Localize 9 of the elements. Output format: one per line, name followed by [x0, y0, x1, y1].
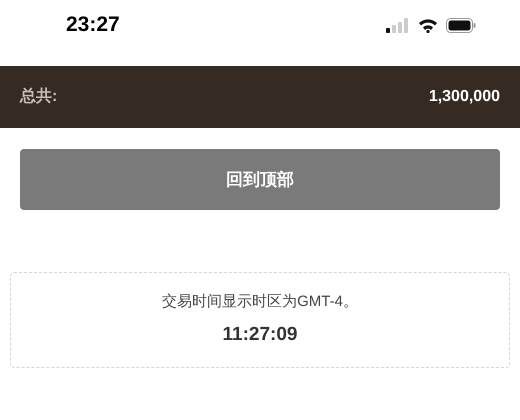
signal-icon — [386, 18, 410, 32]
battery-icon — [446, 18, 476, 32]
total-label: 总共: — [20, 86, 58, 107]
timezone-notice: 交易时间显示时区为GMT-4。 — [162, 292, 358, 312]
total-value: 1,300,000 — [428, 87, 500, 107]
status-time: 23:27 — [66, 12, 120, 38]
wifi-icon — [418, 18, 438, 32]
back-to-top-button[interactable]: 回到顶部 — [20, 149, 500, 210]
current-time: 11:27:09 — [222, 323, 298, 347]
